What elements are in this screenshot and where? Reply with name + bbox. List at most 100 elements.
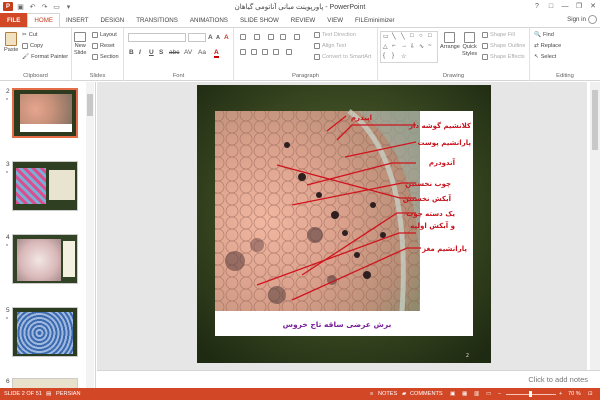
redo-icon[interactable]: ↷ [40,3,49,11]
slide-thumbnail-3[interactable] [12,161,78,211]
convert-smartart-button[interactable]: Convert to SmartArt [314,54,371,60]
tab-view[interactable]: VIEW [321,13,349,27]
find-button[interactable]: 🔍 Find [534,32,554,38]
decrease-indent-icon[interactable] [268,34,274,40]
align-left-icon[interactable] [240,49,246,55]
clear-formatting-button[interactable]: A [224,34,229,41]
thumbnails-scrollbar[interactable] [86,82,94,388]
new-slide-button[interactable]: New Slide [74,32,86,56]
tab-slide-show[interactable]: SLIDE SHOW [234,13,285,27]
tab-fileminimizer[interactable]: FILEminimizer [349,13,401,27]
increase-indent-icon[interactable] [280,34,286,40]
cut-button[interactable]: ✂ Cut [22,32,37,38]
justify-icon[interactable] [273,49,279,55]
zoom-level[interactable]: 70 % [568,391,581,397]
current-slide[interactable]: اپیدرم کلانشیم گوشه دار پارانشیم پوست آن… [197,85,491,363]
sign-in-link[interactable]: Sign in [567,16,586,23]
corner-shape-icon[interactable]: ⌐ [392,43,396,49]
change-case-button[interactable]: Aa [198,49,206,56]
columns-icon[interactable] [286,49,292,55]
slide-thumbnail-5[interactable] [12,307,78,357]
arrow-down-shape-icon[interactable]: ⇩ [410,43,415,50]
arrow-right-shape-icon[interactable]: → [401,43,407,49]
line-spacing-icon[interactable] [294,34,300,40]
section-button[interactable]: Section [92,54,119,60]
tab-review[interactable]: REVIEW [285,13,321,27]
tab-animations[interactable]: ANIMATIONS [184,13,234,27]
textbox-shape-icon[interactable]: ▭ [383,33,389,40]
tab-transitions[interactable]: TRANSITIONS [130,13,184,27]
align-text-button[interactable]: Align Text [314,43,346,49]
editor-scrollbar[interactable] [590,82,600,370]
rectangle-shape-icon[interactable]: □ [410,33,414,39]
paste-button[interactable]: Paste [4,32,18,53]
font-size-combo[interactable] [188,33,206,42]
spellcheck-icon[interactable]: ▤ [46,391,51,397]
brace-shape-icon-2[interactable]: } [392,53,394,59]
close-icon[interactable]: ✕ [586,0,600,13]
quick-styles-button[interactable]: Quick Styles [462,32,477,57]
comments-toggle[interactable]: COMMENTS [410,391,443,397]
notes-placeholder[interactable]: Click to add notes [528,375,588,384]
help-icon[interactable]: ? [530,0,544,13]
slide-thumbnail-6[interactable] [12,378,78,388]
slide-sorter-icon[interactable]: ▦ [462,391,467,397]
shape-fill-button[interactable]: Shape Fill [482,32,515,38]
align-right-icon[interactable] [262,49,268,55]
font-family-combo[interactable] [128,33,186,42]
fit-slide-icon[interactable]: ⊡ [588,391,593,397]
slide-thumbnail-2[interactable] [12,88,78,138]
thumbnails-scrollbar-thumb[interactable] [87,94,93,116]
line-shape-icon-2[interactable]: ╲ [401,33,405,40]
shape-outline-button[interactable]: Shape Outline [482,43,525,49]
undo-icon[interactable]: ↶ [28,3,37,11]
strikethrough-button[interactable]: abc [169,49,179,56]
tab-file[interactable]: FILE [0,13,28,27]
notes-pane[interactable]: Click to add notes [97,370,600,388]
select-button[interactable]: ↖ Select [534,54,556,60]
triangle-shape-icon[interactable]: △ [383,43,388,50]
layout-button[interactable]: Layout [92,32,117,38]
tab-insert[interactable]: INSERT [60,13,95,27]
minimize-icon[interactable]: — [558,0,572,13]
zoom-out-button[interactable]: − [498,391,501,397]
user-avatar-icon[interactable] [588,15,597,24]
shadow-button[interactable]: S [159,49,163,56]
editor-scrollbar-thumb[interactable] [592,90,598,150]
normal-view-icon[interactable]: ▣ [450,391,455,397]
slideshow-view-icon[interactable]: ▭ [486,391,491,397]
brace-shape-icon[interactable]: { [383,53,385,59]
rectangle-shape-icon-2[interactable]: □ [428,33,432,39]
slideshow-icon[interactable]: ▭ [52,3,61,11]
ribbon-display-icon[interactable]: □ [544,0,558,13]
numbering-icon[interactable] [254,34,260,40]
bullets-icon[interactable] [240,34,246,40]
oval-shape-icon[interactable]: ○ [419,33,423,39]
font-color-button[interactable]: A [214,49,219,58]
reading-view-icon[interactable]: ▥ [474,391,479,397]
copy-button[interactable]: Copy [22,43,43,49]
tab-design[interactable]: DESIGN [95,13,131,27]
underline-button[interactable]: U [149,49,154,56]
wave-shape-icon[interactable]: ~ [428,43,432,49]
italic-button[interactable]: I [139,49,141,56]
replace-button[interactable]: ⇄ Replace [534,43,561,49]
notes-toggle[interactable]: NOTES [378,391,397,397]
zoom-slider-thumb[interactable] [529,391,532,397]
tab-home[interactable]: HOME [27,13,60,27]
language-indicator[interactable]: PERSIAN [56,391,81,397]
align-center-icon[interactable] [251,49,257,55]
curve-shape-icon[interactable]: ∿ [419,43,424,50]
line-shape-icon[interactable]: ╲ [392,33,396,40]
format-painter-button[interactable]: 🖌 Format Painter [22,54,68,60]
restore-icon[interactable]: ❐ [572,0,586,13]
customize-icon[interactable]: ▾ [64,3,73,11]
shapes-gallery[interactable]: ▭ ╲ ╲ □ ○ □ △ ⌐ → ⇩ ∿ ~ { } ☆ [380,31,438,63]
reset-button[interactable]: Reset [92,43,115,49]
slide-thumbnail-4[interactable] [12,234,78,284]
shrink-font-button[interactable]: A [216,35,220,41]
save-icon[interactable]: ▣ [16,3,25,11]
star-shape-icon[interactable]: ☆ [401,53,406,60]
bold-button[interactable]: B [129,49,134,56]
shape-effects-button[interactable]: Shape Effects [482,54,525,60]
